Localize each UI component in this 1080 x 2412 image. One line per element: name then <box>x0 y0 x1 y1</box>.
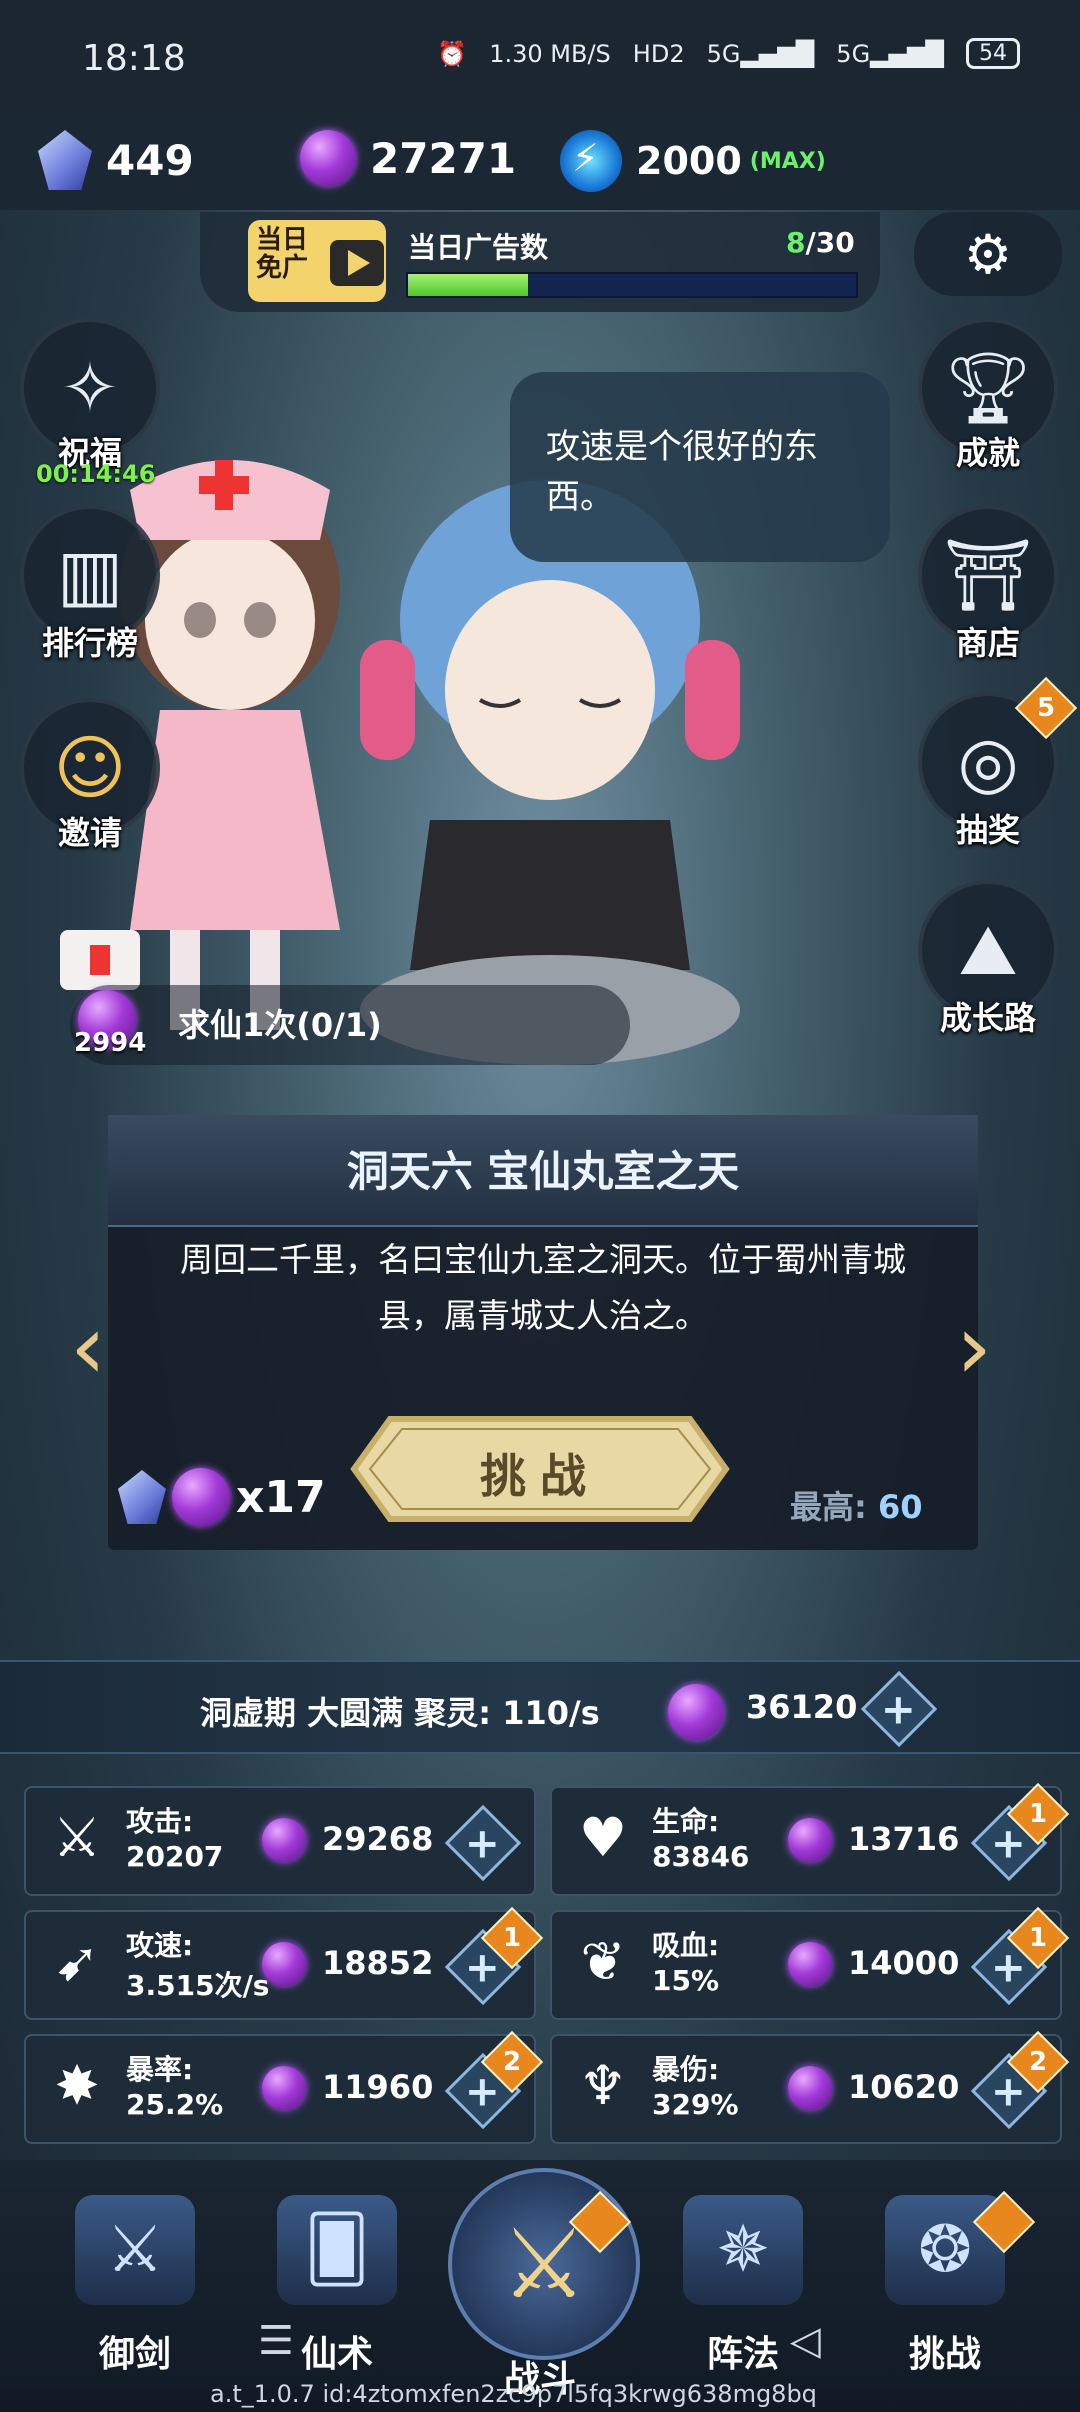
crystal-resource: 449 <box>38 130 194 190</box>
realm-text: 洞虚期 大圆满 聚灵: 110/s <box>200 1694 600 1732</box>
flying-sword-icon: ⚔︎ <box>75 2195 195 2305</box>
stat-upgrade-cost: 10620 <box>848 2068 960 2106</box>
stat-card: ❦ 吸血: 15% 14000 +1 <box>550 1906 1070 2020</box>
energy-max: (MAX) <box>749 148 826 174</box>
quest-label: 求仙1次(0/1) <box>178 1006 382 1044</box>
plus-icon: + <box>881 1684 917 1734</box>
speech-bubble: 攻速是个很好的东西。 <box>510 372 890 562</box>
next-stage-arrow-icon[interactable]: › <box>956 1295 992 1400</box>
stat-name: 暴伤: <box>652 2053 720 2086</box>
stat-value: 20207 <box>126 1840 224 1873</box>
back-gesture-icon[interactable]: ◁ <box>790 2318 821 2364</box>
shop-label: 商店 <box>955 624 1020 662</box>
nav-flying-sword[interactable]: ⚔︎ 御剑 <box>50 2195 220 2377</box>
ad-count: 8/30 <box>786 226 855 259</box>
spirit-orb-icon <box>262 2066 306 2110</box>
nav-battle[interactable]: ⚔︎ <box>448 2168 640 2360</box>
ad-progress-fill <box>408 274 528 296</box>
stat-card: ♆ 暴伤: 329% 10620 +2 <box>550 2030 1070 2144</box>
gear-icon: ⚙ <box>963 222 1013 286</box>
speed-icon: ➹ <box>54 1930 100 1993</box>
crystal-icon <box>118 1470 166 1524</box>
sword-icon: ⚔ <box>52 1806 102 1869</box>
alarm-icon: ⏰ <box>437 39 468 68</box>
energy-icon <box>560 130 622 192</box>
stat-value: 15% <box>652 1964 720 1997</box>
signal-icon-1: 5G▂▄▆█ <box>706 39 815 68</box>
stat-value: 25.2% <box>126 2088 224 2121</box>
prev-stage-arrow-icon[interactable]: ‹ <box>70 1295 106 1400</box>
stat-value: 3.515次/s <box>126 1969 270 2002</box>
crystal-icon <box>38 130 92 190</box>
invite-label: 邀请 <box>57 814 122 852</box>
stat-value: 329% <box>652 2088 739 2121</box>
play-ad-icon[interactable] <box>330 240 384 286</box>
blessing-timer: 00:14:46 <box>36 460 156 488</box>
achievement-label: 成就 <box>955 434 1020 472</box>
plus-icon: + <box>465 1818 501 1868</box>
spirit-orb-icon <box>668 1684 724 1740</box>
crystal-count: 449 <box>106 135 194 185</box>
stat-value: 83846 <box>652 1840 750 1873</box>
stat-card: ➹ 攻速: 3.515次/s 18852 +1 <box>24 1906 544 2020</box>
nav-label: 御剑 <box>98 2334 171 2375</box>
version-text: a.t_1.0.7 id:4ztomxfen2zc9p7l5fq3krwg638… <box>210 2380 817 2408</box>
status-time: 18:18 <box>82 38 186 79</box>
quest-orb-count: 2994 <box>74 1028 147 1058</box>
stat-upgrade-button[interactable]: + <box>444 1804 522 1882</box>
stat-upgrade-cost: 29268 <box>322 1820 434 1858</box>
status-icons: ⏰ 1.30 MB/S HD2 5G▂▄▆█ 5G▂▄▆█ 54 <box>437 38 1020 69</box>
stage-title: 洞天六 宝仙丸室之天 <box>346 1147 740 1196</box>
challenge-label: 挑战 <box>480 1449 600 1503</box>
spirit-orb-icon <box>172 1468 230 1526</box>
menu-gesture-icon[interactable]: ☰ <box>258 2318 294 2364</box>
orb-count: 27271 <box>370 133 517 183</box>
spirit-orb-icon <box>300 130 356 186</box>
spirit-orb-icon <box>788 1818 832 1862</box>
stat-card: ✸ 暴率: 25.2% 11960 +2 <box>24 2030 544 2144</box>
orb-resource: 27271 <box>300 130 516 186</box>
ad-progress-bar <box>406 272 858 298</box>
energy-resource: 2000 (MAX) <box>560 130 826 192</box>
lifesteal-icon: ❦ <box>580 1930 626 1993</box>
stat-name: 攻击: <box>126 1805 194 1838</box>
spirit-orb-icon <box>262 1818 306 1862</box>
growth-road-label: 成长路 <box>939 999 1036 1037</box>
settings-button[interactable]: ⚙ <box>914 212 1062 296</box>
realm-orb-count: 36120 <box>746 1688 858 1726</box>
lottery-label: 抽奖 <box>955 811 1020 849</box>
spell-card-icon: 🂠︎ <box>277 2195 397 2305</box>
spirit-orb-icon <box>262 1942 306 1986</box>
stat-name: 暴率: <box>126 2053 194 2086</box>
stat-card: ♥ 生命: 83846 13716 +1 <box>550 1782 1070 1896</box>
net-speed: 1.30 MB/S <box>489 39 611 68</box>
ad-count-label: 当日广告数 <box>408 231 549 264</box>
best-score: 最高: 60 <box>790 1488 923 1526</box>
leaderboard-label: 排行榜 <box>41 624 138 662</box>
stat-upgrade-cost: 11960 <box>322 2068 434 2106</box>
hd-icon: HD2 <box>632 39 685 68</box>
stage-cost: x17 <box>118 1468 326 1526</box>
formation-icon: ✵ <box>683 2195 803 2305</box>
stat-name: 攻速: <box>126 1929 194 1962</box>
stat-upgrade-cost: 13716 <box>848 1820 960 1858</box>
stat-upgrade-cost: 18852 <box>322 1944 434 1982</box>
battery-icon: 54 <box>966 38 1020 69</box>
stat-name: 吸血: <box>652 1929 720 1962</box>
stage-cost-value: x17 <box>236 1471 326 1523</box>
spirit-orb-icon <box>788 2066 832 2110</box>
stat-card: ⚔ 攻击: 20207 29268 + <box>24 1786 536 1896</box>
stat-name: 生命: <box>652 1805 720 1838</box>
stat-upgrade-cost: 14000 <box>848 1944 960 1982</box>
crit-damage-icon: ♆ <box>578 2054 628 2117</box>
heart-icon: ♥ <box>578 1806 628 1869</box>
energy-count: 2000 <box>636 139 742 183</box>
stage-description: 周回二千里，名曰宝仙九室之洞天。位于蜀州青城县，属青城丈人治之。 <box>180 1240 906 1335</box>
spirit-orb-icon <box>788 1942 832 1986</box>
signal-icon-2: 5G▂▄▆█ <box>836 39 944 68</box>
nav-label: 挑战 <box>908 2334 981 2375</box>
crit-rate-icon: ✸ <box>54 2054 100 2117</box>
